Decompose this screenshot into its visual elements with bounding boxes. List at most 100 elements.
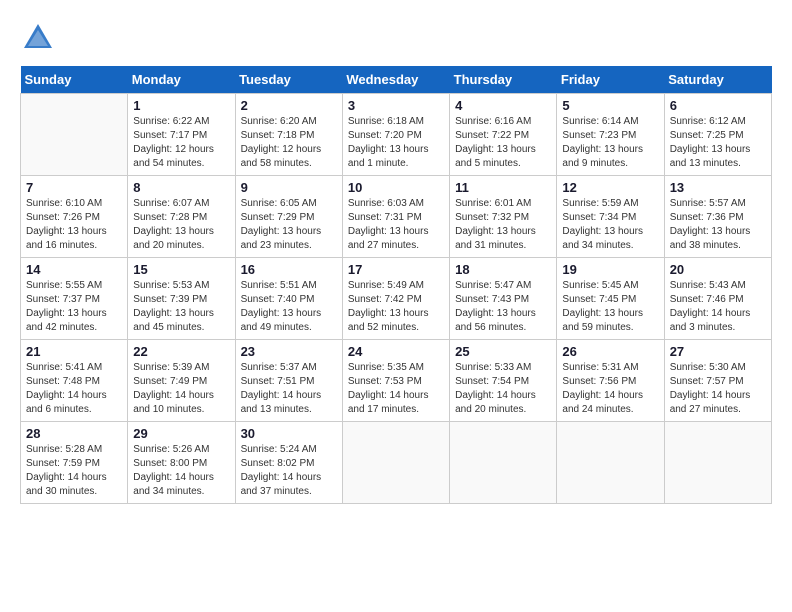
day-info: Sunrise: 5:35 AM Sunset: 7:53 PM Dayligh… xyxy=(348,361,444,417)
calendar-cell: 21 Sunrise: 5:41 AM Sunset: 7:48 PM Dayli… xyxy=(21,340,128,422)
calendar-cell: 23 Sunrise: 5:37 AM Sunset: 7:51 PM Dayli… xyxy=(235,340,342,422)
day-number: 1 xyxy=(133,98,229,113)
day-info: Sunrise: 5:26 AM Sunset: 8:00 PM Dayligh… xyxy=(133,443,229,499)
logo-icon xyxy=(20,20,56,56)
day-info: Sunrise: 5:43 AM Sunset: 7:46 PM Dayligh… xyxy=(670,279,766,335)
day-info: Sunrise: 6:07 AM Sunset: 7:28 PM Dayligh… xyxy=(133,197,229,253)
day-info: Sunrise: 5:47 AM Sunset: 7:43 PM Dayligh… xyxy=(455,279,551,335)
day-info: Sunrise: 5:45 AM Sunset: 7:45 PM Dayligh… xyxy=(562,279,658,335)
calendar-cell: 9 Sunrise: 6:05 AM Sunset: 7:29 PM Daylig… xyxy=(235,176,342,258)
day-number: 9 xyxy=(241,180,337,195)
calendar-cell: 6 Sunrise: 6:12 AM Sunset: 7:25 PM Daylig… xyxy=(664,94,771,176)
calendar-header-friday: Friday xyxy=(557,66,664,94)
calendar-cell: 20 Sunrise: 5:43 AM Sunset: 7:46 PM Dayli… xyxy=(664,258,771,340)
day-info: Sunrise: 5:49 AM Sunset: 7:42 PM Dayligh… xyxy=(348,279,444,335)
calendar-cell: 11 Sunrise: 6:01 AM Sunset: 7:32 PM Dayli… xyxy=(450,176,557,258)
calendar-header-tuesday: Tuesday xyxy=(235,66,342,94)
calendar-table: SundayMondayTuesdayWednesdayThursdayFrid… xyxy=(20,66,772,504)
day-number: 15 xyxy=(133,262,229,277)
day-number: 2 xyxy=(241,98,337,113)
calendar-cell: 25 Sunrise: 5:33 AM Sunset: 7:54 PM Dayli… xyxy=(450,340,557,422)
calendar-header-sunday: Sunday xyxy=(21,66,128,94)
day-number: 20 xyxy=(670,262,766,277)
day-info: Sunrise: 5:28 AM Sunset: 7:59 PM Dayligh… xyxy=(26,443,122,499)
calendar-cell xyxy=(557,422,664,504)
day-info: Sunrise: 6:22 AM Sunset: 7:17 PM Dayligh… xyxy=(133,115,229,171)
day-info: Sunrise: 6:16 AM Sunset: 7:22 PM Dayligh… xyxy=(455,115,551,171)
day-info: Sunrise: 6:12 AM Sunset: 7:25 PM Dayligh… xyxy=(670,115,766,171)
day-number: 25 xyxy=(455,344,551,359)
calendar-cell: 19 Sunrise: 5:45 AM Sunset: 7:45 PM Dayli… xyxy=(557,258,664,340)
day-number: 7 xyxy=(26,180,122,195)
calendar-cell: 28 Sunrise: 5:28 AM Sunset: 7:59 PM Dayli… xyxy=(21,422,128,504)
calendar-week-row: 28 Sunrise: 5:28 AM Sunset: 7:59 PM Dayli… xyxy=(21,422,772,504)
day-number: 18 xyxy=(455,262,551,277)
calendar-cell: 18 Sunrise: 5:47 AM Sunset: 7:43 PM Dayli… xyxy=(450,258,557,340)
calendar-cell: 5Sunrise: 6:14 AM Sunset: 7:23 PM Daylig… xyxy=(557,94,664,176)
calendar-cell: 12 Sunrise: 5:59 AM Sunset: 7:34 PM Dayli… xyxy=(557,176,664,258)
calendar-cell xyxy=(342,422,449,504)
day-number: 30 xyxy=(241,426,337,441)
day-info: Sunrise: 5:59 AM Sunset: 7:34 PM Dayligh… xyxy=(562,197,658,253)
day-number: 29 xyxy=(133,426,229,441)
calendar-cell: 7Sunrise: 6:10 AM Sunset: 7:26 PM Daylig… xyxy=(21,176,128,258)
page-header xyxy=(20,20,772,56)
day-info: Sunrise: 5:24 AM Sunset: 8:02 PM Dayligh… xyxy=(241,443,337,499)
calendar-week-row: 7Sunrise: 6:10 AM Sunset: 7:26 PM Daylig… xyxy=(21,176,772,258)
day-info: Sunrise: 5:33 AM Sunset: 7:54 PM Dayligh… xyxy=(455,361,551,417)
day-number: 19 xyxy=(562,262,658,277)
calendar-cell: 8 Sunrise: 6:07 AM Sunset: 7:28 PM Daylig… xyxy=(128,176,235,258)
day-number: 11 xyxy=(455,180,551,195)
calendar-cell: 16Sunrise: 5:51 AM Sunset: 7:40 PM Dayli… xyxy=(235,258,342,340)
calendar-cell xyxy=(450,422,557,504)
calendar-header-wednesday: Wednesday xyxy=(342,66,449,94)
calendar-header-saturday: Saturday xyxy=(664,66,771,94)
calendar-cell: 30 Sunrise: 5:24 AM Sunset: 8:02 PM Dayli… xyxy=(235,422,342,504)
day-number: 22 xyxy=(133,344,229,359)
day-number: 28 xyxy=(26,426,122,441)
calendar-cell: 3Sunrise: 6:18 AM Sunset: 7:20 PM Daylig… xyxy=(342,94,449,176)
day-number: 16 xyxy=(241,262,337,277)
calendar-cell: 2 Sunrise: 6:20 AM Sunset: 7:18 PM Daylig… xyxy=(235,94,342,176)
day-info: Sunrise: 5:41 AM Sunset: 7:48 PM Dayligh… xyxy=(26,361,122,417)
day-number: 10 xyxy=(348,180,444,195)
day-number: 13 xyxy=(670,180,766,195)
day-number: 8 xyxy=(133,180,229,195)
calendar-cell: 22 Sunrise: 5:39 AM Sunset: 7:49 PM Dayli… xyxy=(128,340,235,422)
calendar-cell: 29 Sunrise: 5:26 AM Sunset: 8:00 PM Dayli… xyxy=(128,422,235,504)
calendar-cell: 15 Sunrise: 5:53 AM Sunset: 7:39 PM Dayli… xyxy=(128,258,235,340)
day-number: 27 xyxy=(670,344,766,359)
calendar-cell xyxy=(664,422,771,504)
calendar-header-row: SundayMondayTuesdayWednesdayThursdayFrid… xyxy=(21,66,772,94)
day-number: 21 xyxy=(26,344,122,359)
logo xyxy=(20,20,60,56)
day-number: 23 xyxy=(241,344,337,359)
day-info: Sunrise: 5:39 AM Sunset: 7:49 PM Dayligh… xyxy=(133,361,229,417)
day-number: 6 xyxy=(670,98,766,113)
day-number: 26 xyxy=(562,344,658,359)
day-info: Sunrise: 5:53 AM Sunset: 7:39 PM Dayligh… xyxy=(133,279,229,335)
calendar-week-row: 1 Sunrise: 6:22 AM Sunset: 7:17 PM Daylig… xyxy=(21,94,772,176)
day-info: Sunrise: 6:05 AM Sunset: 7:29 PM Dayligh… xyxy=(241,197,337,253)
calendar-header-monday: Monday xyxy=(128,66,235,94)
day-number: 3 xyxy=(348,98,444,113)
day-info: Sunrise: 5:31 AM Sunset: 7:56 PM Dayligh… xyxy=(562,361,658,417)
day-info: Sunrise: 5:55 AM Sunset: 7:37 PM Dayligh… xyxy=(26,279,122,335)
day-number: 24 xyxy=(348,344,444,359)
day-info: Sunrise: 5:37 AM Sunset: 7:51 PM Dayligh… xyxy=(241,361,337,417)
calendar-week-row: 14Sunrise: 5:55 AM Sunset: 7:37 PM Dayli… xyxy=(21,258,772,340)
day-info: Sunrise: 6:14 AM Sunset: 7:23 PM Dayligh… xyxy=(562,115,658,171)
calendar-cell: 27 Sunrise: 5:30 AM Sunset: 7:57 PM Dayli… xyxy=(664,340,771,422)
calendar-cell: 4 Sunrise: 6:16 AM Sunset: 7:22 PM Daylig… xyxy=(450,94,557,176)
calendar-cell: 26 Sunrise: 5:31 AM Sunset: 7:56 PM Dayli… xyxy=(557,340,664,422)
day-info: Sunrise: 5:30 AM Sunset: 7:57 PM Dayligh… xyxy=(670,361,766,417)
day-info: Sunrise: 6:20 AM Sunset: 7:18 PM Dayligh… xyxy=(241,115,337,171)
calendar-cell: 17 Sunrise: 5:49 AM Sunset: 7:42 PM Dayli… xyxy=(342,258,449,340)
day-number: 4 xyxy=(455,98,551,113)
calendar-cell: 10Sunrise: 6:03 AM Sunset: 7:31 PM Dayli… xyxy=(342,176,449,258)
day-info: Sunrise: 6:01 AM Sunset: 7:32 PM Dayligh… xyxy=(455,197,551,253)
day-info: Sunrise: 5:57 AM Sunset: 7:36 PM Dayligh… xyxy=(670,197,766,253)
day-number: 12 xyxy=(562,180,658,195)
day-number: 17 xyxy=(348,262,444,277)
calendar-body: 1 Sunrise: 6:22 AM Sunset: 7:17 PM Daylig… xyxy=(21,94,772,504)
